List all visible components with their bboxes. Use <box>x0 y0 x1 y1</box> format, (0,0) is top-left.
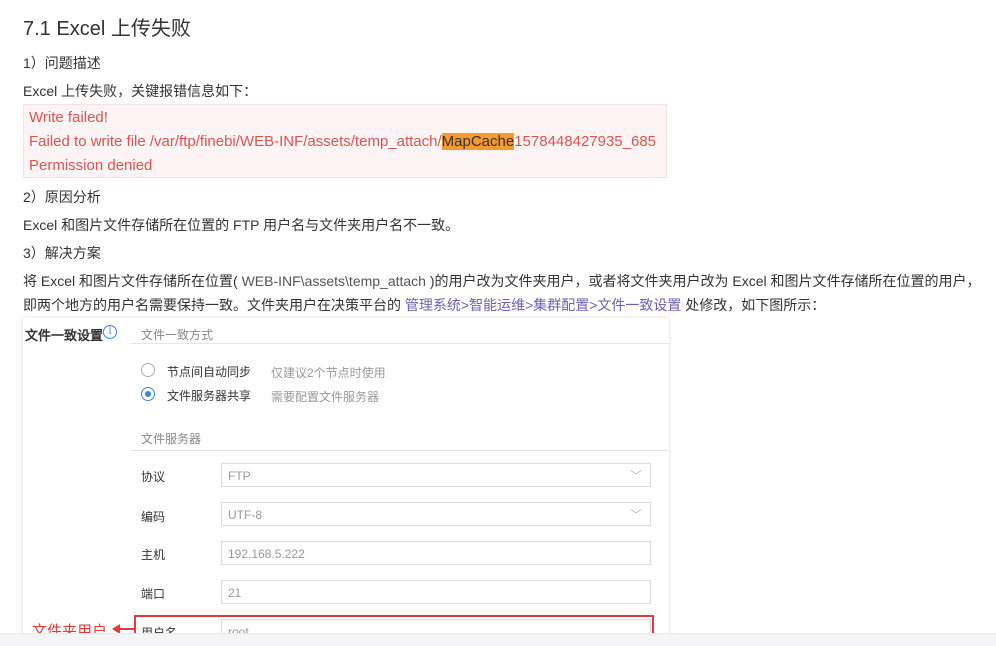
port-label: 端口 <box>141 587 166 601</box>
encoding-value: UTF-8 <box>228 508 262 522</box>
text-span: 将 Excel 和图片文件存储所在位置( <box>23 273 242 289</box>
text-span: )的用户改为文件夹用户，或者将文件夹用户改为 Excel 和图片文件存储所在位置… <box>425 273 981 289</box>
protocol-select[interactable]: FTP ﹀ <box>221 463 651 487</box>
section-2-title: 2）原因分析 <box>23 189 101 205</box>
encoding-select[interactable]: UTF-8 ﹀ <box>221 502 651 526</box>
error-line-3: Permission denied <box>29 157 153 174</box>
radio-file-server[interactable] <box>141 387 155 401</box>
divider <box>131 343 669 344</box>
page-heading: 7.1 Excel 上传失败 <box>23 18 191 40</box>
section-3-title: 3）解决方案 <box>23 245 101 261</box>
host-label: 主机 <box>141 548 166 562</box>
option-file-server-label: 文件服务器共享 <box>167 389 252 403</box>
section-3-paragraph-line-2: 即两个地方的用户名需要保持一致。文件夹用户在决策平台的 管理系统>智能运维>集群… <box>23 295 825 315</box>
host-value: 192.168.5.222 <box>228 547 305 561</box>
settings-path-link[interactable]: 管理系统>智能运维>集群配置>文件一致设置 <box>405 297 682 313</box>
option-file-server-hint: 需要配置文件服务器 <box>271 390 380 404</box>
section-3-paragraph-line-1: 将 Excel 和图片文件存储所在位置( WEB-INF\assets\temp… <box>23 271 981 291</box>
mode-section-label: 文件一致方式 <box>141 328 214 342</box>
port-value: 21 <box>228 586 242 600</box>
port-input[interactable]: 21 <box>221 580 651 604</box>
option-auto-sync-hint: 仅建议2个节点时使用 <box>271 366 386 380</box>
section-2-text: Excel 和图片文件存储所在位置的 FTP 用户名与文件夹用户名不一致。 <box>23 217 460 233</box>
file-consistency-settings-screenshot: 文件一致设置 i 文件一致方式 节点间自动同步 仅建议2个节点时使用 文件服务器… <box>23 318 669 645</box>
option-auto-sync-label: 节点间自动同步 <box>167 365 252 379</box>
server-section-label: 文件服务器 <box>141 432 202 446</box>
info-icon[interactable]: i <box>103 325 117 339</box>
protocol-label: 协议 <box>141 470 166 484</box>
error-path: Failed to write file /var/ftp/finebi/WEB… <box>29 133 442 150</box>
protocol-value: FTP <box>228 469 251 483</box>
bottom-bar <box>0 633 996 646</box>
divider <box>131 450 669 451</box>
panel-title: 文件一致设置 <box>25 328 104 343</box>
section-1-title: 1）问题描述 <box>23 55 101 71</box>
error-file-id: 1578448427935_685 <box>514 133 657 150</box>
error-line-1: Write failed! <box>29 109 108 126</box>
chevron-down-icon: ﹀ <box>629 469 642 483</box>
error-line-2: Failed to write file /var/ftp/finebi/WEB… <box>29 133 656 150</box>
path-code: WEB-INF\assets\temp_attach <box>241 273 426 289</box>
text-span: 即两个地方的用户名需要保持一致。文件夹用户在决策平台的 <box>23 297 405 313</box>
encoding-label: 编码 <box>141 510 166 524</box>
section-1-text: Excel 上传失败，关键报错信息如下： <box>23 83 258 99</box>
host-input[interactable]: 192.168.5.222 <box>221 541 651 565</box>
error-highlight: MapCache <box>441 133 515 150</box>
chevron-down-icon: ﹀ <box>629 508 642 522</box>
error-message-box: Write failed! Failed to write file /var/… <box>23 104 667 178</box>
text-span: 处修改，如下图所示： <box>681 297 826 313</box>
radio-auto-sync[interactable] <box>141 363 155 377</box>
